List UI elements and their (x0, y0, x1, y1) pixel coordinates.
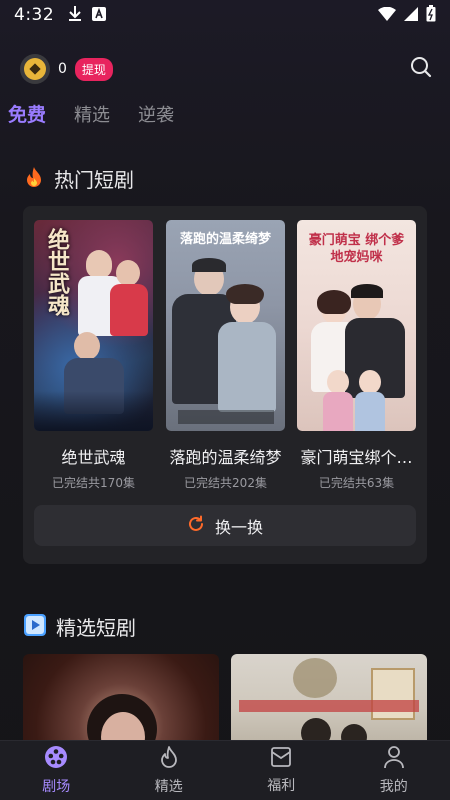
status-time: 4:32 (14, 5, 55, 25)
poster-title-text: 豪门萌宝 绑个爹地宠妈咪 (308, 233, 405, 265)
nav-profile-label: 我的 (379, 779, 408, 795)
coin-count: 0 (58, 61, 67, 77)
download-icon (68, 5, 82, 25)
poster-title-text: 落跑的温柔绮梦 (179, 232, 271, 247)
drama-card[interactable]: 落跑的温柔绮梦 落跑的温柔绮梦 已完结共202集 (166, 220, 285, 491)
drama-episode-status: 已完结共202集 (184, 476, 267, 490)
tab-comeback[interactable]: 逆袭 (138, 101, 174, 127)
drama-episode-status: 已完结共63集 (318, 476, 395, 490)
nav-benefits-label: 福利 (267, 778, 296, 794)
featured-section-header: 精选短剧 (24, 612, 136, 641)
bottom-nav: 剧场 精选 福利 我的 (0, 740, 450, 800)
hot-section-title: 热门短剧 (54, 168, 134, 192)
search-icon (410, 56, 432, 82)
nav-featured[interactable]: 精选 (113, 741, 226, 800)
coin-icon[interactable] (20, 54, 50, 84)
drama-card[interactable]: 绝世武魂 绝世武魂 已完结共170集 (34, 220, 153, 491)
fire-icon (24, 166, 44, 192)
flame-icon (158, 745, 180, 773)
withdraw-button[interactable]: 提现 (74, 57, 113, 81)
status-bar: 4:32 (0, 0, 450, 30)
refresh-label: 换一换 (214, 517, 263, 537)
drama-episode-status: 已完结共170集 (52, 476, 135, 490)
search-button[interactable] (408, 56, 434, 82)
nav-profile[interactable]: 我的 (338, 741, 450, 800)
drama-poster[interactable]: 绝世武魂 (34, 220, 153, 431)
tab-featured[interactable]: 精选 (74, 101, 110, 127)
category-tabs: 免费 精选 逆袭 (8, 100, 174, 127)
wifi-icon (378, 6, 396, 25)
battery-icon (426, 4, 436, 26)
nav-benefits[interactable]: 福利 (225, 741, 338, 800)
featured-section-title: 精选短剧 (56, 616, 136, 640)
person-icon (383, 745, 405, 773)
app-screen: 4:32 0 提现 免费 精选 逆袭 热门短剧 绝世武魂 绝世武魂 已完结共17… (0, 0, 450, 800)
play-icon (24, 613, 46, 640)
drama-poster[interactable]: 落跑的温柔绮梦 (166, 220, 285, 431)
hot-dramas-panel: 绝世武魂 绝世武魂 已完结共170集 落跑的温柔绮梦 落跑的温柔绮梦 已完结共2… (23, 206, 427, 564)
drama-title: 绝世武魂 (61, 448, 126, 467)
poster-title-text: 绝世武魂 (44, 228, 69, 316)
nav-theater-label: 剧场 (42, 779, 71, 795)
refresh-button[interactable]: 换一换 (34, 505, 416, 546)
nav-featured-label: 精选 (154, 779, 183, 795)
theater-icon (44, 745, 68, 773)
drama-card[interactable]: 豪门萌宝 绑个爹地宠妈咪 豪门萌宝绑个… 已完结共63集 (297, 220, 416, 491)
refresh-icon (187, 515, 205, 537)
hot-section-header: 热门短剧 (24, 164, 134, 193)
nav-theater[interactable]: 剧场 (0, 741, 113, 800)
tab-free[interactable]: 免费 (8, 100, 46, 127)
drama-title: 落跑的温柔绮梦 (169, 448, 282, 467)
featured-drama-thumbnail[interactable] (23, 654, 219, 744)
featured-drama-thumbnail[interactable] (231, 654, 427, 744)
top-bar: 0 提现 (20, 52, 434, 86)
app-notification-icon (92, 6, 107, 25)
gift-icon (270, 746, 292, 772)
signal-icon (404, 6, 418, 25)
drama-poster[interactable]: 豪门萌宝 绑个爹地宠妈咪 (297, 220, 416, 431)
drama-title: 豪门萌宝绑个… (300, 448, 413, 467)
